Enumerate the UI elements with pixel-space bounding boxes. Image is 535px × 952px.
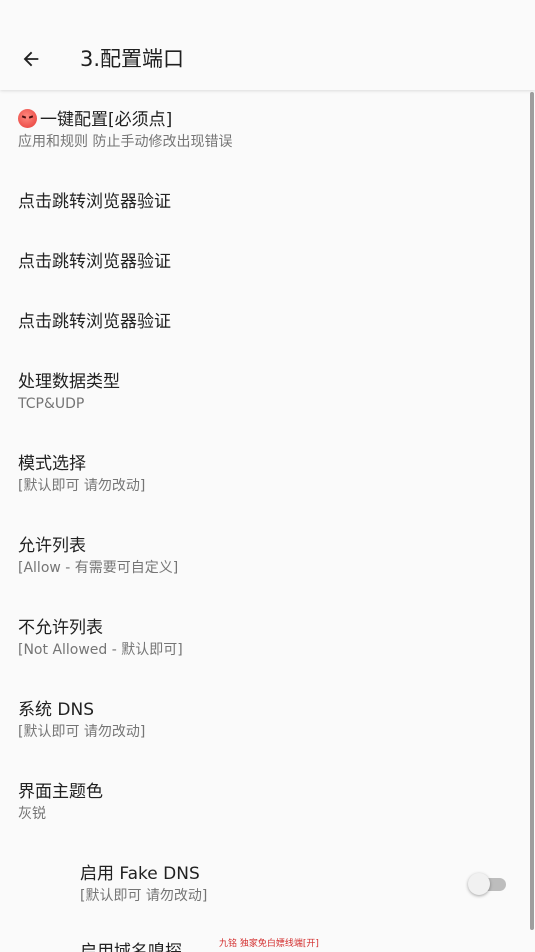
item-title: 点击跳转浏览器验证 [18,312,171,332]
item-subtitle: 应用和规则 防止手动修改出现错误 [18,134,233,150]
item-subtitle: [Allow - 有需要可自定义] [18,560,179,576]
back-button[interactable] [14,42,48,76]
item-title: 系统 DNS [18,700,95,720]
list-item-browser-verify-2[interactable]: 点击跳转浏览器验证 [18,251,518,273]
list-item-browser-verify-1[interactable]: 点击跳转浏览器验证 [18,191,518,213]
list-item-browser-verify-3[interactable]: 点击跳转浏览器验证 [18,311,518,333]
item-subtitle: 灰锐 [18,806,46,822]
list-item-fake-dns[interactable]: 启用 Fake DNS [默认即可 请勿改动] [80,863,460,906]
list-item-theme-color[interactable]: 界面主题色 灰锐 [18,781,518,824]
list-item-system-dns[interactable]: 系统 DNS [默认即可 请勿改动] [18,699,518,742]
page-title: 3.配置端口 [80,47,185,71]
switch-thumb [468,873,490,895]
scrollbar[interactable] [530,92,534,930]
item-subtitle: [Not Allowed - 默认即可] [18,642,183,658]
item-title: 处理数据类型 [18,372,120,392]
item-subtitle: [默认即可 请勿改动] [18,724,146,740]
app-bar: 3.配置端口 [0,0,535,90]
item-subtitle: TCP&UDP [18,396,85,412]
list-item-mode-select[interactable]: 模式选择 [默认即可 请勿改动] [18,453,518,496]
item-title: 点击跳转浏览器验证 [18,192,171,212]
arrow-back-icon [23,51,39,67]
list-item-disallow-list[interactable]: 不允许列表 [Not Allowed - 默认即可] [18,617,518,660]
fake-dns-switch[interactable] [468,873,506,895]
angry-face-icon [18,109,37,128]
item-title: 模式选择 [18,454,86,474]
list-item-one-click-config[interactable]: 一键配置[必须点] 应用和规则 防止手动修改出现错误 [18,109,518,152]
item-title: 允许列表 [18,536,86,556]
item-title: 启用 Fake DNS [80,864,200,884]
item-subtitle: [默认即可 请勿改动] [80,888,208,904]
item-title: 界面主题色 [18,782,103,802]
item-title: 不允许列表 [18,618,103,638]
watermark-text: 九铭 独家免白嫖线端[开] [219,939,319,949]
item-title: 一键配置[必须点] [40,110,173,130]
item-title: 点击跳转浏览器验证 [18,252,171,272]
item-subtitle: [默认即可 请勿改动] [18,478,146,494]
list-item-allow-list[interactable]: 允许列表 [Allow - 有需要可自定义] [18,535,518,578]
list-item-data-type[interactable]: 处理数据类型 TCP&UDP [18,371,518,414]
